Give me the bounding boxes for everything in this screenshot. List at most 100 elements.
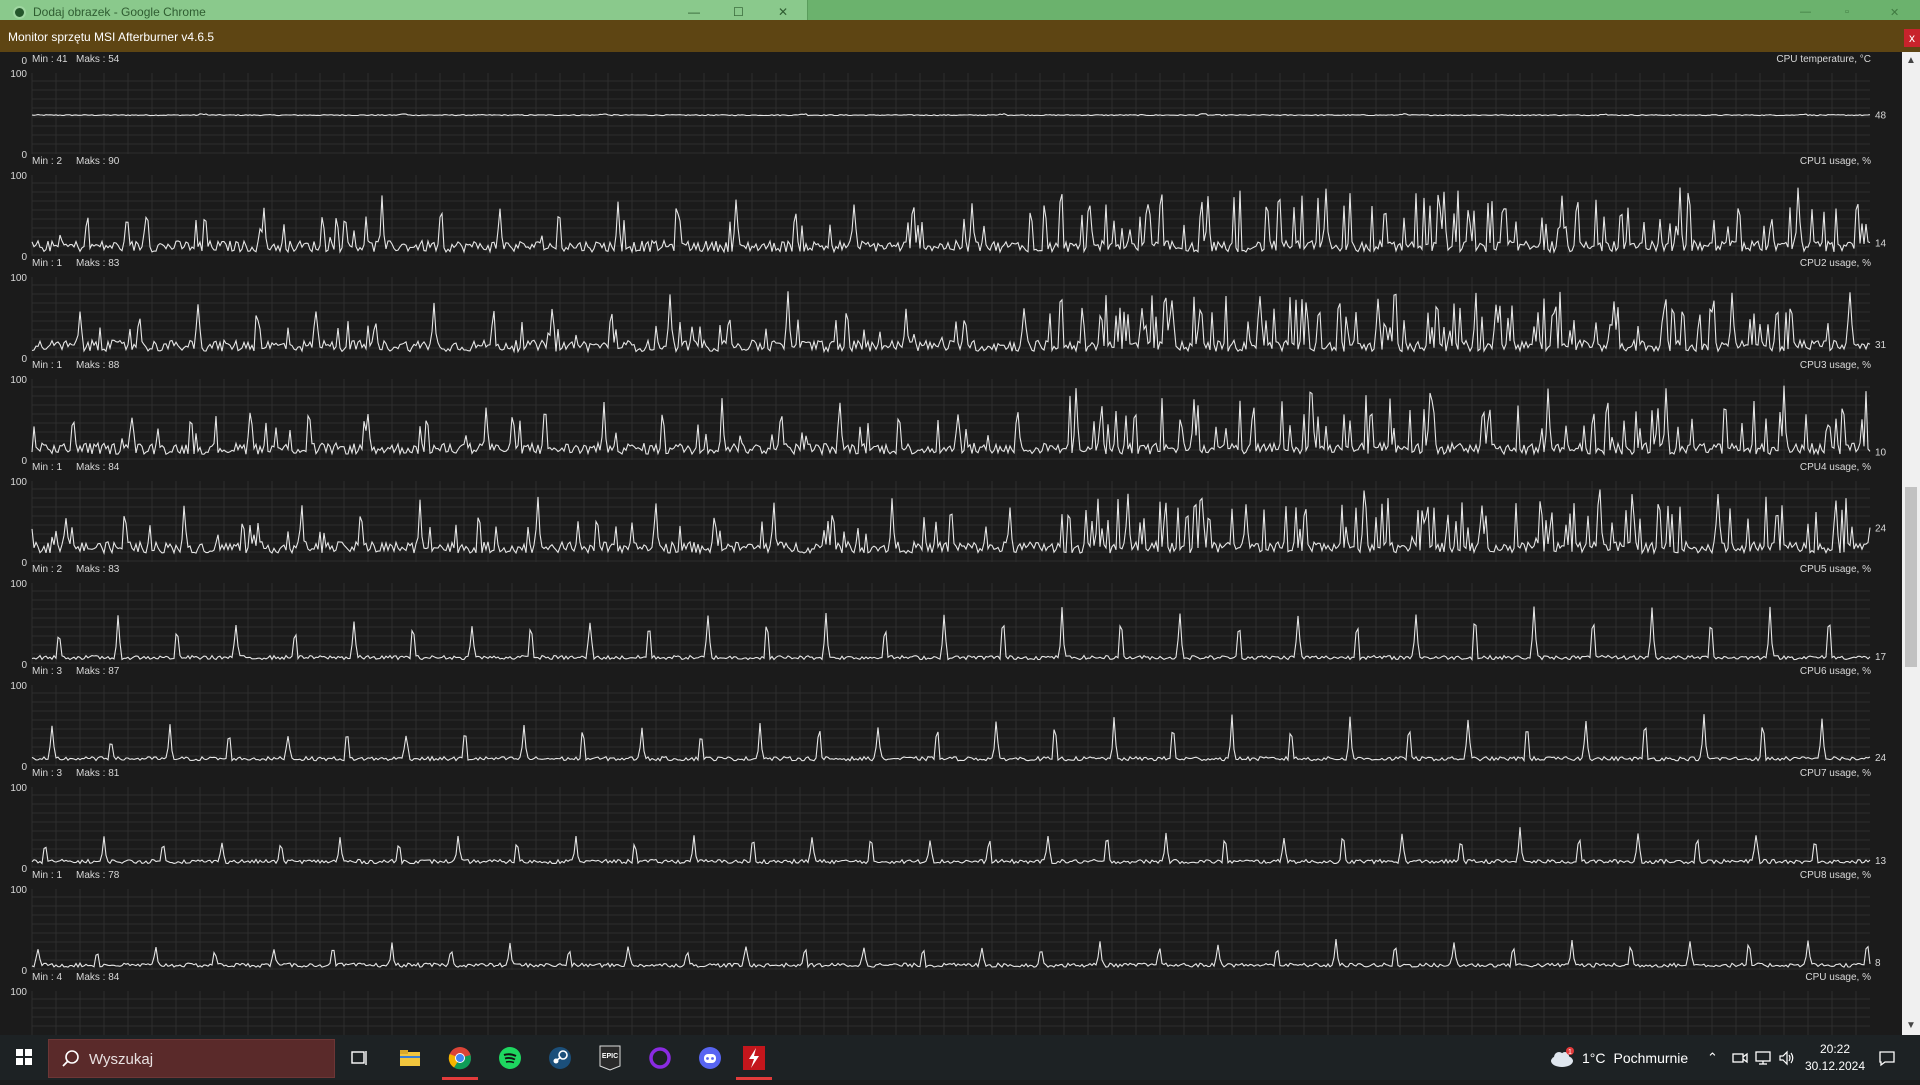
chrome-button[interactable] xyxy=(436,1035,484,1080)
min-value-label: Min : 41 xyxy=(32,54,68,65)
axis-min-label: 0 xyxy=(21,56,27,67)
file-explorer-button[interactable] xyxy=(386,1035,434,1080)
graph-2 xyxy=(31,277,1871,358)
axis-min-label: 0 xyxy=(21,762,27,773)
graph-line xyxy=(31,606,1871,661)
min-value-label: Min : 3 xyxy=(32,768,62,779)
steam-button[interactable] xyxy=(536,1035,584,1080)
clock-time: 20:22 xyxy=(1819,1042,1851,1056)
notifications-button[interactable] xyxy=(1878,1035,1896,1080)
max-value-label: Maks : 84 xyxy=(76,462,120,473)
chevron-up-icon: ⌃ xyxy=(1707,1049,1718,1065)
hardware-monitor-panel[interactable]: 0 100 Min : 41 Maks : 54 CPU temperature, °C… xyxy=(0,52,1902,1035)
graph-5 xyxy=(31,583,1871,664)
axis-min-label: 0 xyxy=(21,966,27,977)
minimize-icon[interactable]: — xyxy=(688,5,700,19)
taskbar: Wyszukaj EPIC 1 1°C Pochmurnie ⌃ 20:22 3… xyxy=(0,1035,1920,1080)
min-value-label: Min : 2 xyxy=(32,564,62,575)
epic-games-icon: EPIC xyxy=(599,1045,621,1071)
volume-button[interactable] xyxy=(1778,1035,1796,1080)
weather-temperature: 1°C xyxy=(1582,1049,1606,1066)
max-value-label: Maks : 78 xyxy=(76,870,120,881)
graph-title: CPU1 usage, % xyxy=(1800,156,1871,167)
window-titlebar: Monitor sprzętu MSI Afterburner v4.6.5 xyxy=(0,20,1920,52)
graph-3 xyxy=(31,379,1871,460)
spotify-icon xyxy=(499,1046,521,1069)
background-chrome-window[interactable]: Dodaj obrazek - Google Chrome — ☐ ✕ xyxy=(0,0,808,20)
current-value-label: 24 xyxy=(1875,753,1887,764)
max-value-label: Maks : 87 xyxy=(76,666,120,677)
current-value-label: 14 xyxy=(1875,239,1887,250)
graph-title: CPU5 usage, % xyxy=(1800,564,1871,575)
background-window-title: Dodaj obrazek - Google Chrome xyxy=(33,5,206,19)
graph-line xyxy=(31,939,1871,969)
show-hidden-icons-button[interactable]: ⌃ xyxy=(1707,1035,1718,1080)
axis-max-label: 100 xyxy=(10,375,27,386)
search-input[interactable]: Wyszukaj xyxy=(48,1039,335,1078)
max-value-label: Maks : 84 xyxy=(76,972,120,983)
window-title: Monitor sprzętu MSI Afterburner v4.6.5 xyxy=(8,30,215,44)
axis-max-label: 100 xyxy=(10,477,27,488)
graph-title: CPU8 usage, % xyxy=(1800,870,1871,881)
clock[interactable]: 20:22 30.12.2024 xyxy=(1800,1041,1870,1075)
graph-line xyxy=(31,113,1871,117)
graph-title: CPU3 usage, % xyxy=(1800,360,1871,371)
current-value-label: 48 xyxy=(1875,111,1887,122)
task-view-button[interactable] xyxy=(336,1035,384,1080)
file-explorer-icon xyxy=(400,1049,420,1066)
network-button[interactable] xyxy=(1754,1035,1772,1080)
current-value-label: 8 xyxy=(1875,958,1881,969)
axis-max-label: 100 xyxy=(10,783,27,794)
scrollbar-thumb[interactable] xyxy=(1905,487,1917,667)
vertical-scrollbar[interactable]: ▲ ▼ xyxy=(1902,52,1920,1035)
volume-icon xyxy=(1779,1050,1794,1065)
min-value-label: Min : 4 xyxy=(32,972,62,983)
min-value-label: Min : 1 xyxy=(32,258,62,269)
maximize-icon[interactable]: ☐ xyxy=(733,5,744,19)
meet-now-button[interactable] xyxy=(1732,1035,1748,1080)
axis-max-label: 100 xyxy=(10,171,27,182)
svg-text:EPIC: EPIC xyxy=(602,1053,618,1060)
axis-min-label: 0 xyxy=(21,558,27,569)
graph-4 xyxy=(31,481,1871,562)
spotify-button[interactable] xyxy=(486,1035,534,1080)
discord-button[interactable] xyxy=(686,1035,734,1080)
background-window-bar: Dodaj obrazek - Google Chrome — ☐ ✕ — ▫ … xyxy=(0,0,1920,20)
bg-close-icon[interactable]: ✕ xyxy=(1890,6,1899,19)
steam-icon xyxy=(549,1046,571,1069)
window-close-button[interactable]: x xyxy=(1904,29,1920,47)
axis-max-label: 100 xyxy=(10,579,27,590)
notification-icon xyxy=(1879,1050,1895,1066)
current-value-label: 17 xyxy=(1875,652,1887,663)
weather-widget[interactable]: 1 1°C Pochmurnie xyxy=(1548,1035,1688,1080)
min-value-label: Min : 3 xyxy=(32,666,62,677)
epic-games-button[interactable]: EPIC xyxy=(586,1035,634,1080)
graph-line xyxy=(31,489,1871,556)
scroll-up-arrow-icon[interactable]: ▲ xyxy=(1902,52,1920,70)
max-value-label: Maks : 81 xyxy=(76,768,120,779)
afterburner-icon xyxy=(743,1045,765,1070)
graph-line xyxy=(31,187,1871,254)
start-button[interactable] xyxy=(0,1035,48,1080)
axis-min-label: 0 xyxy=(21,456,27,467)
afterburner-button[interactable] xyxy=(730,1035,778,1080)
graphs-canvas: 0100Min : 41 Maks : 54 CPU temperature, °C… xyxy=(10,54,1887,1035)
max-value-label: Maks : 83 xyxy=(76,564,120,575)
graph-line xyxy=(31,714,1871,763)
task-view-icon xyxy=(351,1050,367,1065)
discord-icon xyxy=(699,1046,721,1069)
bg-minimize-icon[interactable]: — xyxy=(1800,6,1811,18)
weather-description: Pochmurnie xyxy=(1613,1049,1689,1066)
cloud-weather-icon: 1 xyxy=(1551,1046,1574,1067)
axis-min-label: 0 xyxy=(21,660,27,671)
scroll-down-arrow-icon[interactable]: ▼ xyxy=(1902,1017,1920,1035)
cortana-button[interactable] xyxy=(636,1035,684,1080)
meet-now-icon xyxy=(1732,1052,1748,1063)
max-value-label: Maks : 88 xyxy=(76,360,120,371)
network-icon xyxy=(1755,1050,1771,1065)
graph-title: CPU6 usage, % xyxy=(1800,666,1871,677)
close-icon[interactable]: ✕ xyxy=(778,5,788,19)
axis-max-label: 100 xyxy=(10,273,27,284)
bg-maximize-icon[interactable]: ▫ xyxy=(1845,6,1849,18)
chrome-icon xyxy=(448,1046,472,1069)
